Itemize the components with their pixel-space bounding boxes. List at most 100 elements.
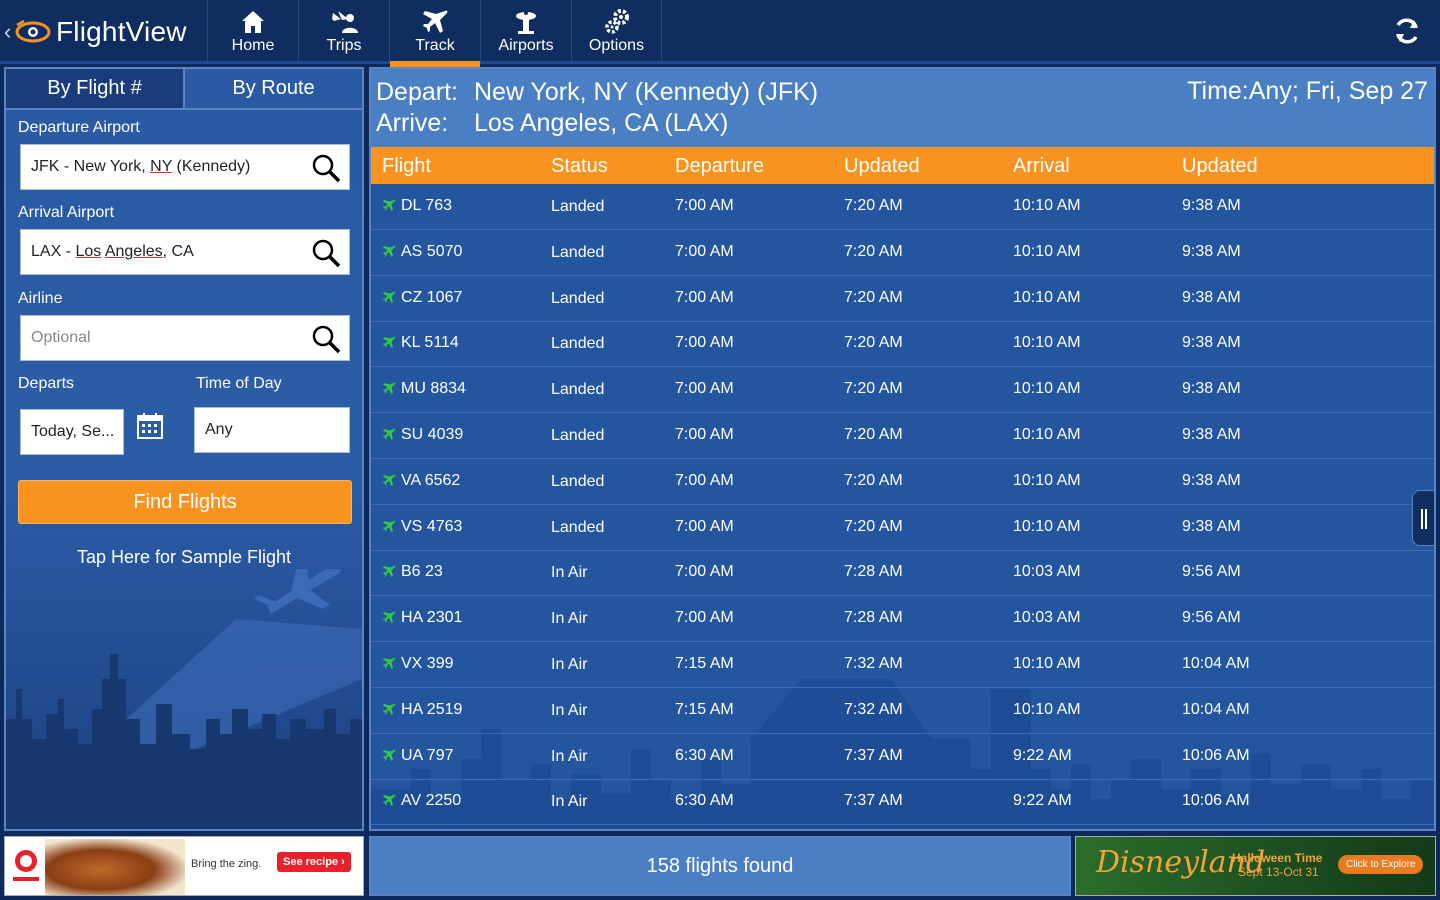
ad-left-cta[interactable]: See recipe › [277, 852, 351, 872]
app-logo[interactable]: ‹ FlightView [4, 14, 187, 50]
airline-field[interactable]: Optional [20, 315, 350, 361]
cell-arrival: 10:10 AM [1013, 197, 1081, 214]
col-arrival-updated[interactable]: Updated [1182, 155, 1258, 178]
plane-icon [383, 520, 396, 532]
departs-date-value: Today, Se... [31, 423, 115, 440]
col-departure-updated[interactable]: Updated [844, 155, 920, 178]
app-title: FlightView [56, 16, 187, 47]
table-row[interactable]: MU 8834 Landed 7:00 AM 7:20 AM 10:10 AM 9:38 … [371, 367, 1434, 414]
side-drawer-handle[interactable] [1412, 490, 1434, 546]
table-row[interactable]: AV 2250 In Air 6:30 AM 7:37 AM 9:22 AM 10:06 … [371, 779, 1434, 826]
airline-label: Airline [18, 290, 63, 307]
cell-flight: CZ 1067 [401, 288, 463, 306]
route-summary: Depart: New York, NY (Kennedy) (JFK) Arr… [371, 69, 1434, 147]
table-row[interactable]: HA 2301 In Air 7:00 AM 7:28 AM 10:03 AM 9:56 … [371, 596, 1434, 643]
time-of-day-value: Any [205, 421, 233, 438]
table-row[interactable]: KL 5114 Landed 7:00 AM 7:20 AM 10:10 AM 9:38 … [371, 321, 1434, 368]
flights-found-count: 158 flights found [369, 836, 1071, 896]
cell-status: In Air [551, 610, 588, 628]
departs-date-field[interactable]: Today, Se... [20, 409, 124, 455]
sample-flight-link[interactable]: Tap Here for Sample Flight [6, 547, 362, 568]
cell-arrival: 10:10 AM [1013, 471, 1081, 489]
ad-right-cta[interactable]: Click to Explore [1338, 855, 1424, 874]
cell-status: In Air [551, 701, 588, 719]
search-icon[interactable] [311, 238, 341, 268]
calendar-icon[interactable] [136, 412, 164, 440]
col-status[interactable]: Status [551, 155, 608, 178]
cell-flight: VS 4763 [401, 517, 463, 535]
eye-logo-icon [15, 19, 51, 43]
cell-arrival: 10:10 AM [1013, 380, 1081, 398]
search-mode-tabs: By Flight # By Route [6, 69, 362, 110]
find-flights-button[interactable]: Find Flights [18, 480, 352, 524]
time-of-day-label: Time of Day [196, 375, 282, 392]
cell-arrival: 10:10 AM [1013, 426, 1081, 443]
table-row[interactable]: HA 2519 In Air 7:15 AM 7:32 AM 10:10 AM 10:04… [371, 688, 1434, 734]
table-row[interactable]: CZ 1067 Landed 7:00 AM 7:20 AM 10:10 AM 9:38 … [371, 276, 1434, 322]
nav-track[interactable]: Track [389, 0, 480, 67]
col-arrival[interactable]: Arrival [1013, 155, 1070, 178]
nav-options[interactable]: Options [571, 0, 662, 64]
table-row[interactable]: AS 5070 Landed 7:00 AM 7:20 AM 10:10 AM 9:38 … [371, 230, 1434, 276]
cell-departure: 7:15 AM [675, 655, 734, 672]
tab-by-flight[interactable]: By Flight # [6, 69, 185, 108]
ad-banner-lawrys[interactable]: Bring the zing. See recipe › [4, 836, 364, 896]
nav-trips[interactable]: Trips [298, 0, 389, 64]
departure-airport-field[interactable]: JFK - New York, NY (Kennedy) [20, 144, 350, 190]
time-filter-summary: Time:Any; Fri, Sep 27 [1187, 77, 1428, 105]
main-nav: Home Trips Track Airports Options [207, 0, 662, 67]
refresh-icon[interactable] [1392, 16, 1422, 46]
table-row[interactable]: B6 23 In Air 7:00 AM 7:28 AM 10:03 AM 9:56 AM [371, 550, 1434, 597]
cell-arrival-updated: 9:38 AM [1182, 242, 1241, 260]
cell-arrival-updated: 9:56 AM [1182, 609, 1241, 627]
back-chevron-icon[interactable]: ‹ [4, 19, 14, 45]
plane-icon [383, 245, 396, 257]
nav-airports-label: Airports [498, 37, 554, 54]
nav-track-label: Track [415, 37, 455, 54]
table-row[interactable]: SU 4039 Landed 7:00 AM 7:20 AM 10:10 AM 9:38 … [371, 413, 1434, 459]
cell-status: Landed [551, 427, 605, 444]
search-icon[interactable] [311, 153, 341, 183]
cell-flight: KL 5114 [401, 334, 459, 352]
arrive-label: Arrive: [376, 109, 449, 137]
table-row[interactable]: UA 797 In Air 6:30 AM 7:37 AM 9:22 AM 10:06 A… [371, 734, 1434, 780]
table-row[interactable]: DL 763 Landed 7:00 AM 7:20 AM 10:10 AM 9:38 A… [371, 184, 1434, 230]
cell-flight: HA 2301 [401, 609, 463, 627]
cell-status: In Air [551, 564, 588, 582]
ad-right-line1: Halloween Time [1232, 851, 1323, 865]
cell-arrival-updated: 9:56 AM [1182, 563, 1241, 581]
tab-by-route[interactable]: By Route [185, 69, 362, 108]
nav-airports[interactable]: Airports [480, 0, 571, 64]
top-app-bar: ‹ FlightView Home Trips Track Airports O… [0, 0, 1440, 67]
table-row[interactable]: VX 399 In Air 7:15 AM 7:32 AM 10:10 AM 10:04 … [371, 642, 1434, 688]
cell-status: Landed [551, 289, 605, 307]
gears-icon [603, 9, 631, 35]
plane-icon [383, 565, 396, 578]
cell-departure-updated: 7:20 AM [844, 334, 903, 352]
arrival-airport-field[interactable]: LAX - Los Angeles, CA [20, 229, 350, 275]
cell-arrival: 9:22 AM [1013, 792, 1072, 810]
city-skyline-illustration [6, 569, 362, 829]
nav-home[interactable]: Home [207, 0, 298, 64]
cell-flight: AS 5070 [401, 242, 463, 260]
col-flight[interactable]: Flight [382, 155, 431, 178]
table-header: Flight Status Departure Updated Arrival … [371, 147, 1434, 184]
plane-icon [383, 657, 396, 669]
cell-arrival: 10:10 AM [1013, 288, 1081, 306]
nav-home-label: Home [231, 37, 275, 54]
cell-arrival-updated: 9:38 AM [1182, 426, 1241, 443]
ad-banner-disneyland[interactable]: Disneyland Halloween Time Sept 13-Oct 31… [1075, 836, 1436, 896]
table-row[interactable]: VA 6562 Landed 7:00 AM 7:20 AM 10:10 AM 9:38 … [371, 459, 1434, 505]
cell-departure: 7:00 AM [675, 563, 734, 581]
cell-arrival-updated: 9:38 AM [1182, 288, 1241, 306]
cell-arrival-updated: 9:38 AM [1182, 517, 1241, 535]
cell-departure: 7:00 AM [675, 471, 734, 489]
table-row[interactable]: VS 4763 Landed 7:00 AM 7:20 AM 10:10 AM 9:38 … [371, 505, 1434, 551]
cell-flight: MU 8834 [401, 380, 466, 398]
airline-placeholder: Optional [31, 329, 91, 346]
col-departure[interactable]: Departure [675, 155, 764, 178]
search-icon[interactable] [311, 324, 341, 354]
cell-departure: 6:30 AM [675, 792, 734, 810]
time-of-day-select[interactable]: Any [194, 407, 350, 453]
plane-icon [421, 9, 449, 35]
